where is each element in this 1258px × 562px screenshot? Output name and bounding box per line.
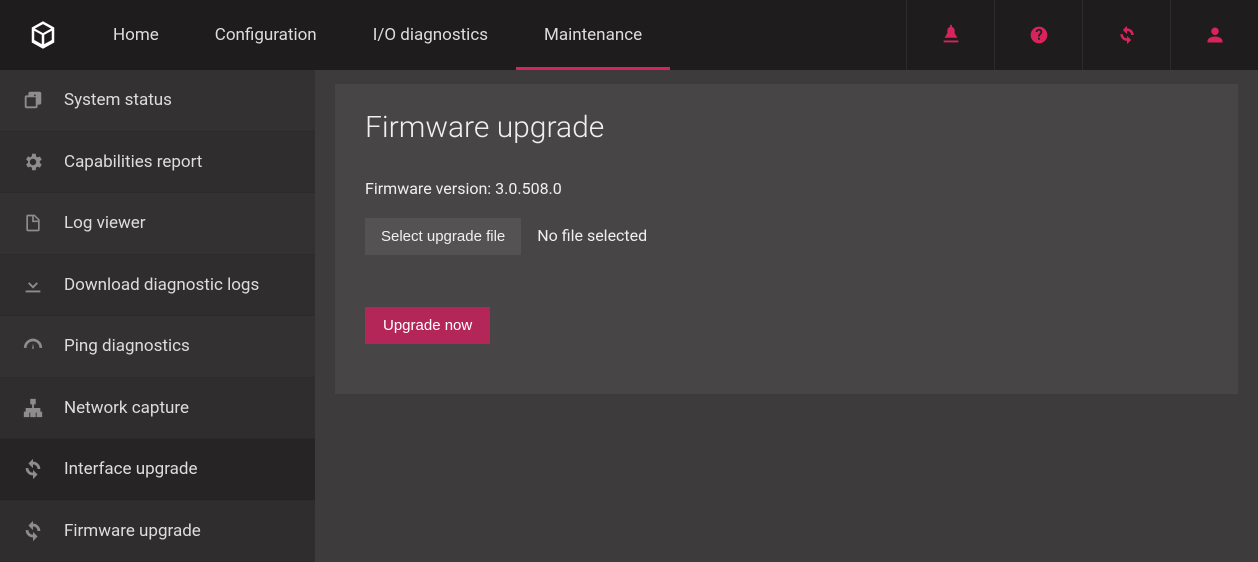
help-button[interactable] xyxy=(994,0,1082,70)
sidebar-item-label: Log viewer xyxy=(64,213,146,233)
sidebar-item-label: Interface upgrade xyxy=(64,459,198,479)
content: System status Capabilities report Log vi… xyxy=(0,70,1258,562)
page-title: Firmware upgrade xyxy=(365,110,1208,145)
user-icon xyxy=(1206,26,1224,44)
sidebar-item-system-status[interactable]: System status xyxy=(0,70,315,132)
refresh-icon xyxy=(1117,25,1137,45)
sidebar-item-label: System status xyxy=(64,90,172,110)
help-icon xyxy=(1029,25,1049,45)
file-icon xyxy=(20,212,46,234)
logo[interactable] xyxy=(0,0,85,70)
sidebar-item-network-capture[interactable]: Network capture xyxy=(0,378,315,440)
sidebar-item-download-logs[interactable]: Download diagnostic logs xyxy=(0,255,315,317)
sidebar-item-log-viewer[interactable]: Log viewer xyxy=(0,193,315,255)
refresh-icon xyxy=(20,520,46,542)
sidebar-item-capabilities-report[interactable]: Capabilities report xyxy=(0,132,315,194)
nav-maintenance[interactable]: Maintenance xyxy=(516,0,670,70)
sidebar-item-label: Ping diagnostics xyxy=(64,336,190,356)
top-nav: Home Configuration I/O diagnostics Maint… xyxy=(85,0,670,70)
nav-label: Configuration xyxy=(215,25,317,45)
sidebar-item-ping-diagnostics[interactable]: Ping diagnostics xyxy=(0,316,315,378)
nav-label: Maintenance xyxy=(544,25,642,45)
sidebar-item-interface-upgrade[interactable]: Interface upgrade xyxy=(0,439,315,501)
firmware-version-label: Firmware version: xyxy=(365,179,491,198)
sidebar-item-firmware-upgrade[interactable]: Firmware upgrade xyxy=(0,501,315,562)
logo-icon xyxy=(28,20,58,50)
info-icon xyxy=(20,89,46,111)
sidebar-item-label: Capabilities report xyxy=(64,152,202,172)
firmware-version-value: 3.0.508.0 xyxy=(495,179,562,198)
nav-configuration[interactable]: Configuration xyxy=(187,0,345,70)
nav-label: Home xyxy=(113,25,159,45)
nav-home[interactable]: Home xyxy=(85,0,187,70)
refresh-button[interactable] xyxy=(1082,0,1170,70)
nav-io-diagnostics[interactable]: I/O diagnostics xyxy=(345,0,516,70)
user-button[interactable] xyxy=(1170,0,1258,70)
select-upgrade-file-button[interactable]: Select upgrade file xyxy=(365,218,521,255)
download-icon xyxy=(20,274,46,296)
nav-label: I/O diagnostics xyxy=(373,25,488,45)
refresh-icon xyxy=(20,458,46,480)
alarm-icon xyxy=(940,24,962,46)
sidebar-item-label: Firmware upgrade xyxy=(64,521,201,541)
sidebar-item-label: Download diagnostic logs xyxy=(64,275,259,295)
gear-icon xyxy=(20,151,46,173)
topbar: Home Configuration I/O diagnostics Maint… xyxy=(0,0,1258,70)
sidebar: System status Capabilities report Log vi… xyxy=(0,70,315,562)
topbar-icons xyxy=(906,0,1258,70)
firmware-upgrade-card: Firmware upgrade Firmware version: 3.0.5… xyxy=(335,84,1238,394)
alarm-button[interactable] xyxy=(906,0,994,70)
main: Firmware upgrade Firmware version: 3.0.5… xyxy=(315,70,1258,562)
upgrade-now-button[interactable]: Upgrade now xyxy=(365,307,490,344)
gauge-icon xyxy=(20,335,46,357)
file-selected-status: No file selected xyxy=(537,226,647,245)
firmware-version-row: Firmware version: 3.0.508.0 xyxy=(365,179,1208,198)
file-select-row: Select upgrade file No file selected xyxy=(365,218,1208,255)
network-icon xyxy=(20,397,46,419)
sidebar-item-label: Network capture xyxy=(64,398,189,418)
